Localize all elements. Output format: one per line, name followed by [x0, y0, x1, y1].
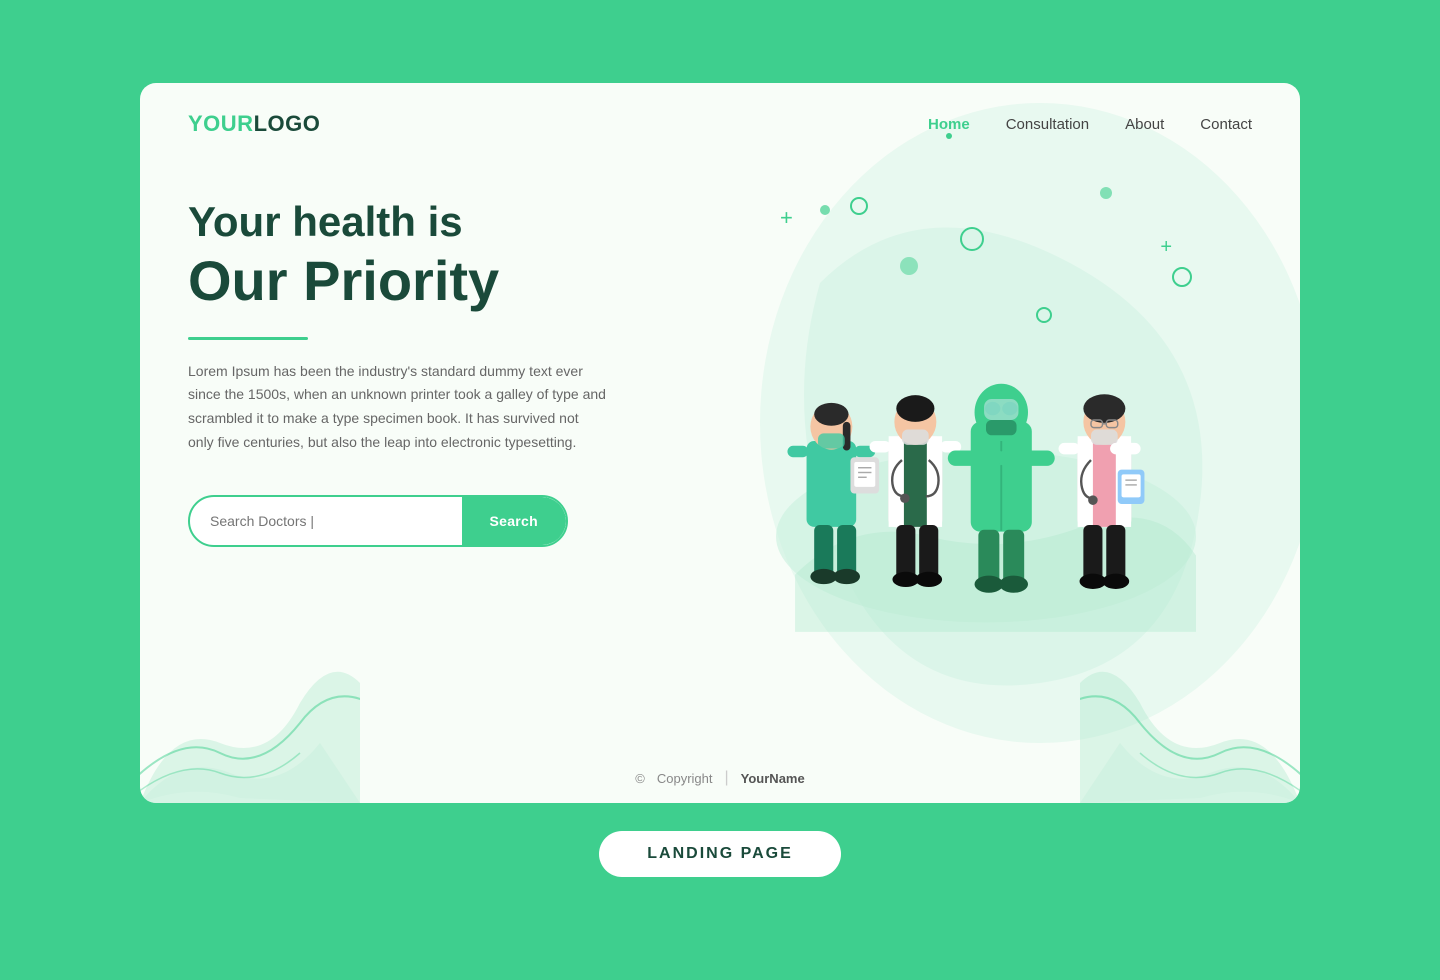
logo-part1: YOUR	[188, 111, 254, 136]
nav-contact[interactable]: Contact	[1200, 116, 1252, 133]
deco-circle-2	[960, 227, 984, 251]
hero-title-line2: Our Priority	[188, 247, 720, 314]
search-input[interactable]	[190, 513, 462, 529]
title-underline	[188, 337, 308, 340]
navbar: YOURLOGO Home Consultation About Contact	[140, 83, 1300, 157]
search-bar: Search	[188, 495, 568, 547]
deco-circle-3	[1172, 267, 1192, 287]
footer-divider: |	[725, 769, 729, 787]
logo-part2: LOGO	[254, 111, 321, 136]
nav-links: Home Consultation About Contact	[928, 116, 1252, 133]
footer: © Copyright | YourName	[140, 745, 1300, 803]
search-button[interactable]: Search	[462, 497, 567, 545]
left-section: Your health is Our Priority Lorem Ipsum …	[188, 177, 720, 705]
right-section: + +	[720, 177, 1252, 705]
hero-title: Your health is Our Priority	[188, 197, 720, 315]
landing-label: LANDING PAGE	[599, 831, 840, 877]
deco-dot-1	[820, 205, 830, 215]
hero-title-line1: Your health is	[188, 197, 720, 247]
main-content: Your health is Our Priority Lorem Ipsum …	[140, 157, 1300, 745]
deco-plus-2: +	[1160, 237, 1172, 257]
outer-wrapper: YOURLOGO Home Consultation About Contact…	[0, 0, 1440, 980]
deco-dot-3	[1100, 187, 1112, 199]
main-card: YOURLOGO Home Consultation About Contact…	[140, 83, 1300, 803]
nav-home[interactable]: Home	[928, 116, 970, 133]
footer-content: © Copyright | YourName	[188, 769, 1252, 787]
nav-about[interactable]: About	[1125, 116, 1164, 133]
footer-brand: YourName	[741, 771, 805, 786]
logo: YOURLOGO	[188, 111, 320, 137]
copyright-text: Copyright	[657, 771, 713, 786]
doctors-illustration	[720, 231, 1252, 651]
deco-plus-1: +	[780, 207, 793, 229]
nav-consultation[interactable]: Consultation	[1006, 116, 1089, 133]
deco-circle-4	[1036, 307, 1052, 323]
copyright-symbol: ©	[635, 771, 645, 786]
deco-circle-1	[850, 197, 868, 215]
hero-description: Lorem Ipsum has been the industry's stan…	[188, 360, 608, 455]
deco-dot-2	[900, 257, 918, 275]
